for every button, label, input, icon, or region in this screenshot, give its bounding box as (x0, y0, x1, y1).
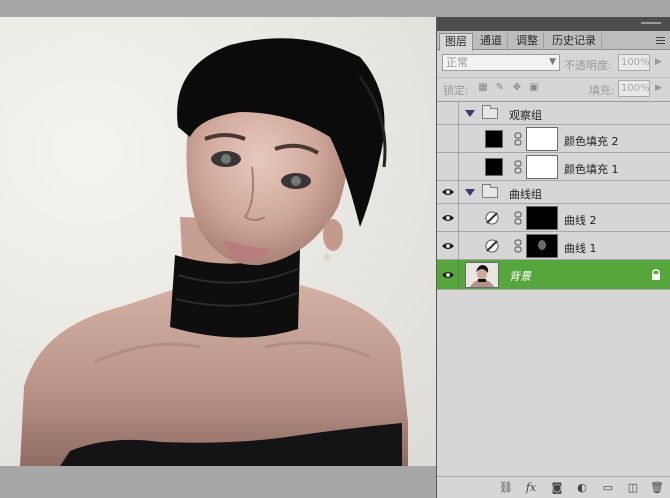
curves-adjustment-icon[interactable] (485, 211, 499, 225)
chevron-down-icon: ▼ (549, 57, 556, 67)
mask-thumbnail[interactable] (526, 155, 558, 179)
mask-icon[interactable]: ◙ (549, 480, 565, 496)
trash-icon[interactable]: 🗑 (649, 480, 665, 496)
lock-icon (652, 269, 660, 280)
mask-face-shape (538, 240, 546, 250)
expand-triangle-icon[interactable] (465, 110, 475, 117)
mask-thumbnail[interactable] (526, 206, 558, 230)
visibility-toggle[interactable] (437, 125, 459, 152)
lock-paint-icon[interactable]: ✎ (494, 82, 506, 94)
layer-name: 曲线 1 (564, 242, 597, 255)
layer-curves-2[interactable]: 曲线 2 (437, 204, 670, 232)
layer-color-fill-2[interactable]: 颜色填充 2 (437, 125, 670, 153)
tab-layers[interactable]: 图层 (439, 33, 473, 51)
eye-icon (442, 214, 454, 221)
mask-thumbnail[interactable] (526, 127, 558, 151)
portrait-image (20, 38, 408, 466)
fx-icon[interactable]: fx (523, 480, 539, 496)
layer-name: 背景 (509, 270, 531, 283)
portrait-thumbnail (470, 265, 494, 287)
layer-group-observe[interactable]: 观察组 (437, 102, 670, 125)
fill-input[interactable]: 100% (618, 80, 650, 97)
layer-name: 颜色填充 2 (564, 135, 619, 148)
visibility-toggle[interactable] (437, 260, 459, 289)
link-icon[interactable] (514, 211, 522, 225)
expand-triangle-icon[interactable] (465, 189, 475, 196)
folder-icon (482, 105, 498, 119)
layer-name: 观察组 (509, 109, 542, 122)
folder-icon (482, 184, 498, 198)
adjustment-icon[interactable]: ◐ (574, 480, 590, 496)
visibility-toggle[interactable] (437, 181, 459, 203)
blend-row: 正常 ▼ 不透明度: 100% ▶ (437, 51, 670, 75)
eye-icon (442, 271, 454, 278)
lock-transparency-icon[interactable]: ▦ (477, 82, 489, 94)
layer-name: 曲线 2 (564, 214, 597, 227)
layer-background[interactable]: 背景 (437, 260, 670, 290)
visibility-toggle[interactable] (437, 232, 459, 259)
link-icon[interactable] (514, 132, 522, 146)
panel-tabs: 图层 通道 调整 历史记录 (437, 31, 670, 51)
layer-name: 曲线组 (509, 188, 542, 201)
panel-title-bar[interactable] (437, 17, 670, 31)
canvas-image[interactable] (0, 17, 436, 466)
layer-group-curves[interactable]: 曲线组 (437, 181, 670, 204)
link-icon[interactable] (514, 160, 522, 174)
fill-label: 填充: (589, 84, 615, 97)
lock-row: 锁定: ▦ ✎ ✥ ▣ 填充: 100% ▶ (437, 77, 670, 99)
image-thumbnail[interactable] (465, 262, 499, 288)
blend-mode-value: 正常 (446, 56, 468, 69)
link-icon[interactable] (514, 239, 522, 253)
curves-adjustment-icon[interactable] (485, 239, 499, 253)
tab-history[interactable]: 历史记录 (547, 33, 602, 50)
tab-adjustments[interactable]: 调整 (511, 33, 544, 50)
lock-all-icon[interactable]: ▣ (528, 82, 540, 94)
lock-label: 锁定: (443, 84, 469, 97)
eye-icon (442, 189, 454, 195)
panel-footer: ⛓ fx ◙ ◐ ▭ ◫ 🗑 (437, 476, 670, 498)
visibility-toggle[interactable] (437, 204, 459, 231)
new-layer-icon[interactable]: ◫ (625, 480, 641, 496)
layers-panel: 图层 通道 调整 历史记录 正常 ▼ 不透明度: 100% ▶ 锁定: ▦ ✎ … (436, 17, 670, 498)
color-swatch-thumbnail[interactable] (485, 158, 503, 176)
opacity-arrow-icon[interactable]: ▶ (655, 57, 662, 67)
tab-channels[interactable]: 通道 (475, 33, 508, 50)
layer-color-fill-1[interactable]: 颜色填充 1 (437, 153, 670, 181)
visibility-toggle[interactable] (437, 153, 459, 180)
fill-arrow-icon[interactable]: ▶ (655, 83, 662, 93)
opacity-label: 不透明度: (564, 59, 612, 72)
layer-name: 颜色填充 1 (564, 163, 619, 176)
blend-mode-select[interactable]: 正常 ▼ (442, 54, 560, 71)
color-swatch-thumbnail[interactable] (485, 130, 503, 148)
panel-menu-icon[interactable] (653, 35, 667, 46)
opacity-input[interactable]: 100% (618, 54, 650, 71)
eye-icon (442, 242, 454, 249)
mask-thumbnail[interactable] (526, 234, 558, 258)
canvas-area[interactable] (0, 0, 436, 498)
visibility-toggle[interactable] (437, 102, 459, 124)
link-icon[interactable]: ⛓ (498, 480, 514, 496)
lock-move-icon[interactable]: ✥ (511, 82, 523, 94)
folder-icon[interactable]: ▭ (600, 480, 616, 496)
layer-curves-1[interactable]: 曲线 1 (437, 232, 670, 260)
layers-list: 观察组 颜色填充 2 颜色填充 1 曲线组 曲线 2 曲线 1 背景 (437, 101, 670, 486)
